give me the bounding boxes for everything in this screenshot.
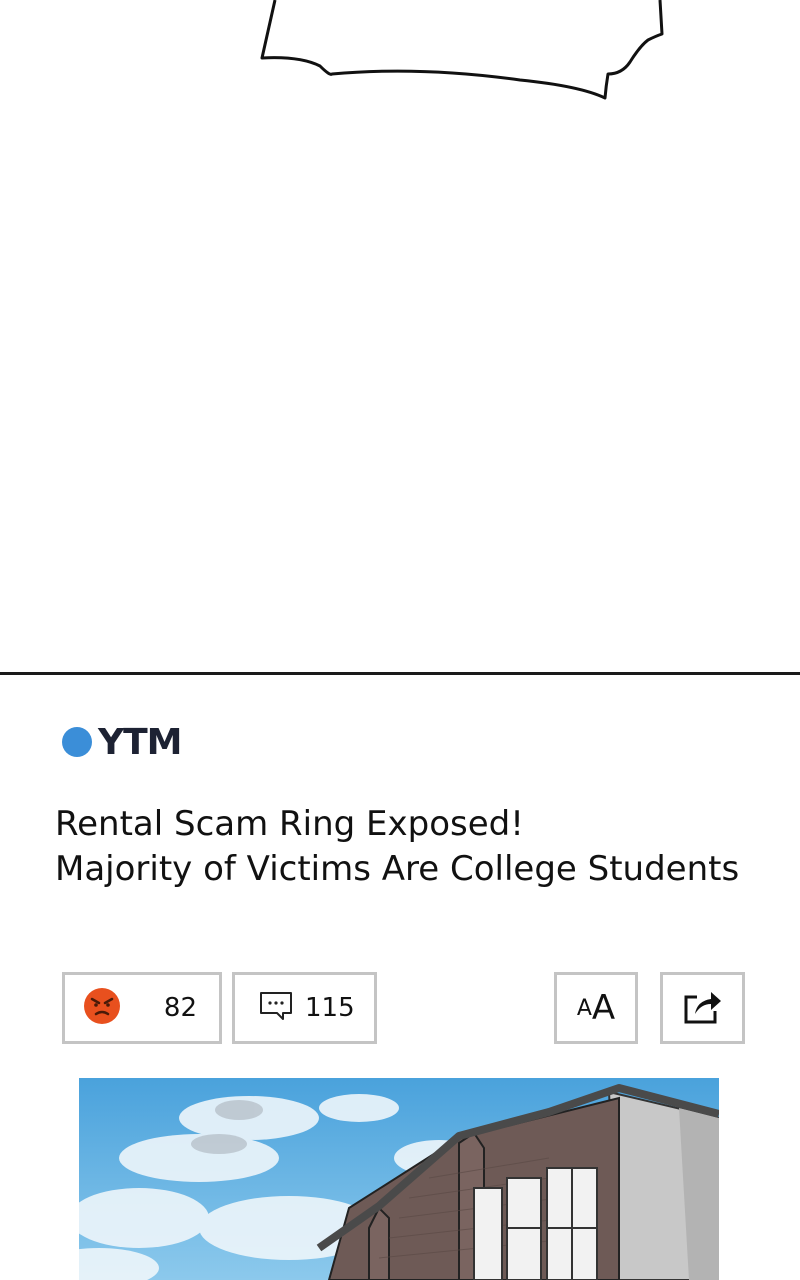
panel-divider xyxy=(0,672,800,675)
font-size-button[interactable]: A A xyxy=(554,972,638,1044)
headline-line-2: Majority of Victims Are College Students xyxy=(55,849,740,889)
comment-count: 115 xyxy=(305,993,355,1023)
source-dot-icon xyxy=(62,727,92,757)
comments-button[interactable]: 115 xyxy=(232,972,377,1044)
source-name: YTM xyxy=(98,721,182,763)
reaction-count: 82 xyxy=(163,993,197,1023)
article-headline: Rental Scam Ring Exposed! Majority of Vi… xyxy=(55,802,775,892)
article-photo xyxy=(79,1078,719,1280)
news-source: YTM xyxy=(62,721,182,763)
font-size-large-glyph: A xyxy=(591,988,616,1028)
font-size-small-glyph: A xyxy=(576,995,592,1021)
comment-bubble-icon xyxy=(259,991,293,1026)
share-button[interactable] xyxy=(660,972,745,1044)
headline-line-1: Rental Scam Ring Exposed! xyxy=(55,804,524,844)
speech-bubble xyxy=(260,0,664,100)
angry-face-icon xyxy=(83,987,121,1030)
share-icon xyxy=(683,987,723,1030)
reaction-button[interactable]: 82 xyxy=(62,972,222,1044)
